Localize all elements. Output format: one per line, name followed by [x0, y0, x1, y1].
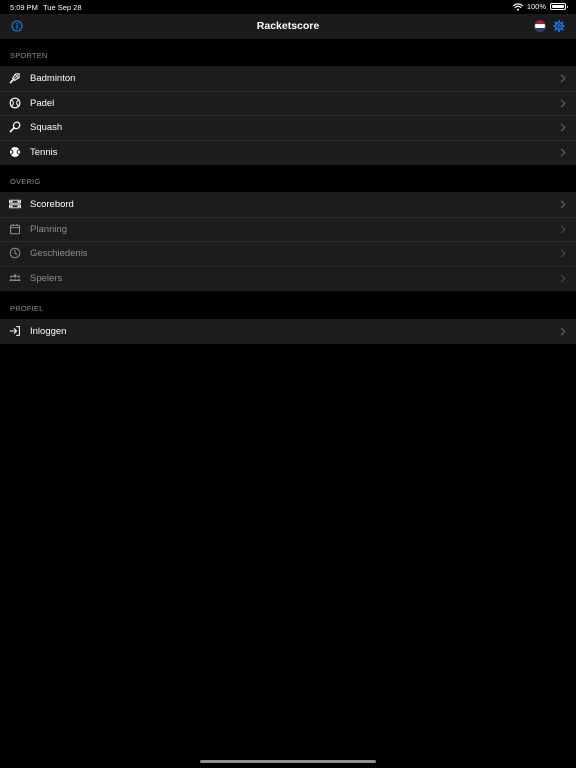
list-item-label: Badminton	[30, 73, 76, 84]
list-item-label: Inloggen	[30, 326, 67, 337]
players-icon	[9, 274, 21, 282]
other-list: Scorebord Planning Geschiedenis Spelers	[0, 192, 576, 291]
chevron-right-icon	[560, 249, 566, 259]
squash-racket-icon	[9, 121, 21, 133]
calendar-icon	[10, 223, 20, 234]
chevron-right-icon	[560, 274, 566, 283]
list-item-label: Scorebord	[30, 199, 74, 210]
shuttlecock-icon	[9, 73, 20, 84]
list-item-label: Padel	[30, 97, 55, 109]
section-header-profiel: PROFIEL	[10, 304, 44, 313]
list-item-label: Tennis	[30, 147, 58, 159]
login-icon	[9, 326, 20, 336]
battery-icon	[550, 3, 568, 10]
list-item-label: Squash	[30, 122, 63, 134]
list-item-planning: Planning	[0, 216, 576, 242]
chevron-right-icon	[560, 123, 566, 133]
list-item-inloggen[interactable]: Inloggen	[0, 319, 576, 344]
list-item-tennis[interactable]: Tennis	[0, 140, 576, 165]
list-item-padel[interactable]: Padel	[0, 90, 576, 116]
list-item-label: Geschiedenis	[30, 248, 88, 260]
scoreboard-icon	[9, 199, 21, 209]
page-title: Racketscore	[256, 20, 320, 32]
chevron-right-icon	[560, 148, 566, 157]
chevron-right-icon	[560, 225, 566, 234]
gear-icon[interactable]	[553, 20, 565, 32]
tennis-ball-icon	[10, 147, 20, 158]
status-bar: 5:09 PM Tue Sep 28 100%	[0, 0, 576, 14]
home-indicator[interactable]	[200, 760, 376, 763]
section-header-sporten: SPORTEN	[10, 51, 48, 60]
wifi-icon	[512, 2, 523, 11]
clock-icon	[9, 248, 21, 259]
dutch-flag-icon[interactable]	[534, 20, 546, 32]
list-item-geschiedenis: Geschiedenis	[0, 241, 576, 266]
chevron-right-icon	[560, 327, 566, 336]
list-item-label: Planning	[30, 223, 67, 235]
status-time: 5:09 PM	[10, 3, 38, 12]
profile-list: Inloggen	[0, 319, 576, 344]
status-right: 100%	[512, 2, 568, 11]
padel-ball-icon	[9, 97, 21, 109]
chevron-right-icon	[560, 99, 566, 108]
list-item-scorebord[interactable]: Scorebord	[0, 192, 576, 217]
chevron-right-icon	[560, 200, 566, 209]
chevron-right-icon	[560, 74, 566, 83]
list-item-spelers: Spelers	[0, 266, 576, 291]
list-item-squash[interactable]: Squash	[0, 115, 576, 140]
navigation-bar: Racketscore	[0, 14, 576, 39]
section-header-overig: OVERIG	[10, 177, 41, 186]
list-item-label: Spelers	[30, 273, 63, 285]
list-item-badminton[interactable]: Badminton	[0, 66, 576, 91]
status-date: Tue Sep 28	[43, 3, 82, 12]
battery-percent: 100%	[526, 2, 546, 11]
sports-list: Badminton Padel Squash Tennis	[0, 66, 576, 165]
